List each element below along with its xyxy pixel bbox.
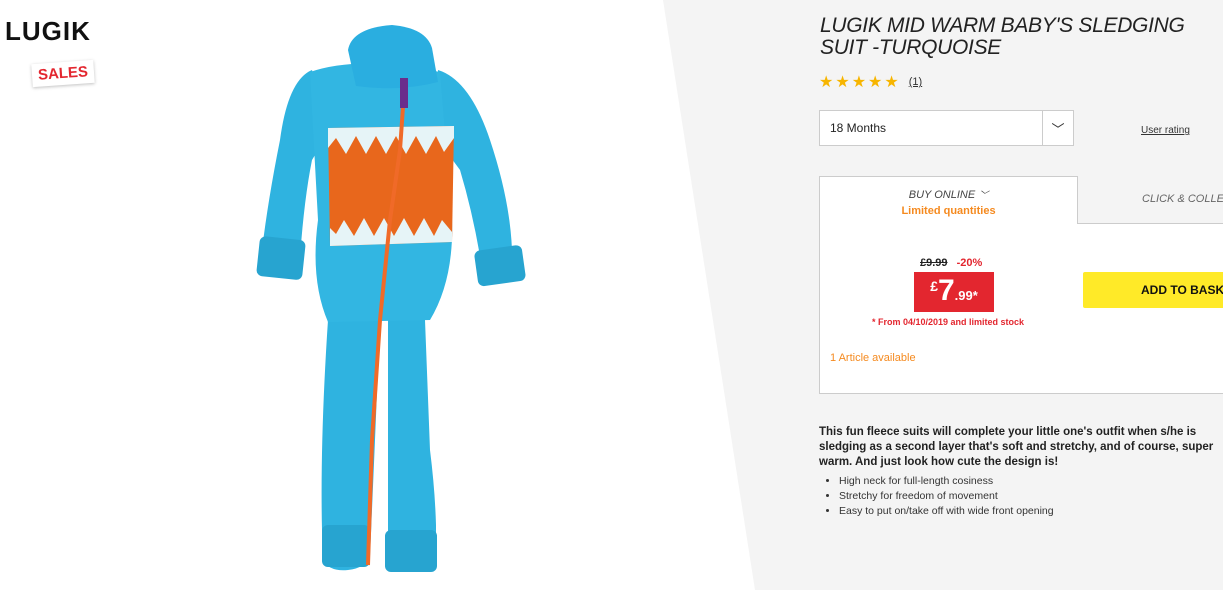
- product-description: This fun fleece suits will complete your…: [819, 426, 1214, 468]
- feature-list: High neck for full-length cosiness Stret…: [819, 474, 1054, 519]
- chevron-down-icon: ﹀: [1051, 121, 1065, 137]
- star-icon: ★: [835, 74, 850, 91]
- discount-badge: -20%: [956, 257, 983, 269]
- tab-buy-online-label: BUY ONLINE ﹀: [820, 188, 1077, 201]
- list-item: High neck for full-length cosiness: [839, 474, 1054, 489]
- chevron-down-icon: ﹀: [979, 190, 989, 200]
- price-footnote: * From 04/10/2019 and limited stock: [872, 317, 1025, 327]
- limited-quantities-note: Limited quantities: [901, 205, 996, 217]
- product-rating[interactable]: ★ ★ ★ ★ ★ (1): [819, 72, 922, 92]
- old-price-row: £9.99 -20%: [920, 257, 982, 269]
- add-to-basket-button[interactable]: ADD TO BASKET: [1083, 272, 1223, 308]
- list-item: Easy to put on/take off with wide front …: [839, 504, 1054, 519]
- size-selected-value: 18 Months: [830, 121, 887, 135]
- current-price: £ 7 .99*: [914, 272, 994, 312]
- list-item: Stretchy for freedom of movement: [839, 489, 1054, 504]
- user-rating-link[interactable]: User rating: [1141, 125, 1190, 136]
- availability-text: 1 Article available: [830, 352, 916, 364]
- tab-click-and-collect[interactable]: CLICK & COLLECT: [1077, 176, 1223, 224]
- baby-sledging-suit-image: [256, 25, 526, 572]
- sales-badge: SALES: [31, 59, 95, 88]
- review-count-link[interactable]: (1): [909, 76, 922, 88]
- brand-logo[interactable]: LUGIK: [5, 16, 91, 47]
- price-currency: £: [930, 278, 938, 294]
- star-icon: ★: [868, 74, 883, 91]
- price-integer: 7: [937, 274, 955, 307]
- old-price: £9.99: [920, 257, 948, 269]
- tab-buy-online[interactable]: BUY ONLINE ﹀ Limited quantities: [820, 177, 1077, 225]
- star-icon: ★: [819, 74, 834, 91]
- star-icon: ★: [884, 74, 899, 91]
- tab-buy-online-text: BUY ONLINE: [908, 189, 976, 201]
- size-select[interactable]: 18 Months ﹀: [819, 110, 1074, 146]
- price-decimal: .99*: [954, 288, 978, 303]
- star-icon: ★: [851, 74, 867, 91]
- product-title: LUGIK MID WARM BABY'S SLEDGING SUIT -TUR…: [820, 14, 1185, 59]
